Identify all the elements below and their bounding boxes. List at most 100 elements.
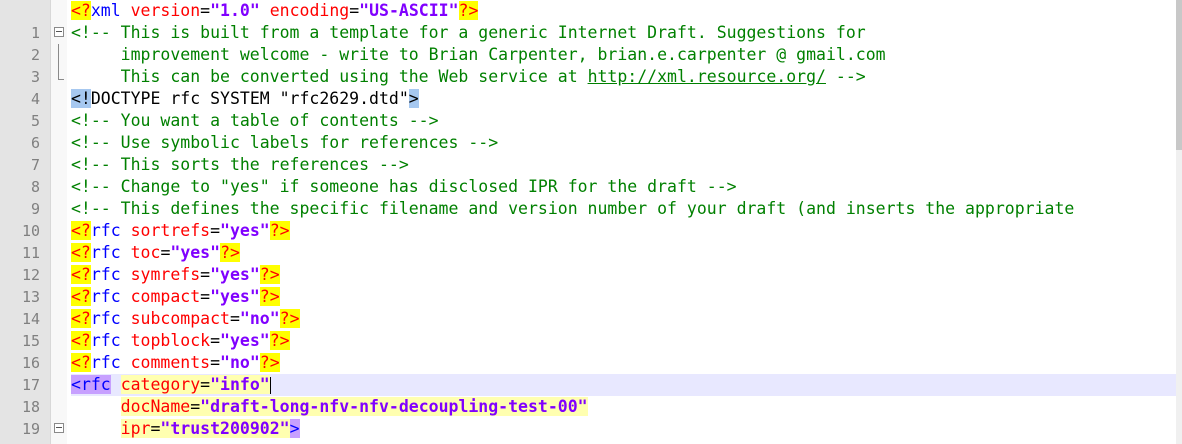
code-line-2: 2 <!-- This is built from a template for… (0, 22, 1176, 64)
attr-value: yes (220, 265, 250, 284)
pi-close: ?> (220, 243, 240, 262)
pi-tag: rfc (90, 353, 121, 372)
attr-value: 1.0 (220, 1, 250, 20)
line-content[interactable]: <?rfc compact="yes"?> (71, 286, 1176, 308)
line-content[interactable]: <?rfc symrefs="yes"?> (71, 264, 1176, 286)
doctype-open: <! (71, 89, 91, 108)
code-line-10: 10 <!-- This defines the specific filena… (0, 198, 1176, 240)
line-content[interactable]: <?rfc sortrefs="yes"?> (71, 220, 1176, 242)
attr-value: US-ASCII (369, 1, 449, 20)
line-content[interactable]: This can be converted using the Web serv… (71, 66, 1176, 88)
code-editor[interactable]: 1 <?xml version="1.0" encoding="US-ASCII… (0, 0, 1182, 444)
comment-text: <!-- This defines the specific filename … (71, 199, 1075, 218)
attr-value: draft-long-nfv-nfv-decoupling-test-00 (210, 397, 578, 416)
doctype-body: DOCTYPE rfc SYSTEM "rfc2629.dtd" (90, 89, 409, 108)
code-line-8: 8 <!-- This sorts the references --> (0, 154, 1176, 196)
tag-close-bracket: > (289, 419, 300, 438)
line-content[interactable]: <?xml version="1.0" encoding="US-ASCII"?… (71, 0, 1176, 22)
xml-tag: xml (90, 1, 121, 20)
code-line-18: 18 <rfc category="info" (0, 374, 1176, 416)
attr-name: toc (130, 243, 161, 262)
line-content[interactable]: <?rfc comments="no"?> (71, 352, 1176, 374)
tag-open-bracket: < (71, 375, 81, 394)
code-line-13: 13 <?rfc symrefs="yes"?> (0, 264, 1176, 306)
line-content[interactable]: <!DOCTYPE rfc SYSTEM "rfc2629.dtd"> (71, 88, 1176, 110)
comment-text: <!-- This is built from a template for a… (71, 23, 866, 42)
pi-tag: rfc (90, 287, 121, 306)
attr-value: no (249, 309, 270, 328)
pi-close: ?> (259, 353, 280, 372)
url-link[interactable]: http://xml.resource.org/ (588, 67, 826, 86)
code-lines: 1 <?xml version="1.0" encoding="US-ASCII… (0, 0, 1176, 444)
pi-open: <? (71, 265, 91, 284)
code-line-7: 7 <!-- Use symbolic labels for reference… (0, 132, 1176, 174)
pi-open: <? (71, 1, 91, 20)
attr-name: ipr (120, 419, 151, 438)
attr-value: yes (180, 243, 211, 262)
doctype-close: > (408, 89, 419, 108)
line-content[interactable]: <!-- This is built from a template for a… (71, 22, 1176, 44)
vertical-scrollbar[interactable] (1176, 0, 1182, 444)
pi-tag: rfc (90, 265, 121, 284)
comment-text: <!-- This sorts the references --> (71, 155, 409, 174)
attr-value: info (220, 375, 260, 394)
pi-open: <? (71, 353, 91, 372)
line-content[interactable]: <!-- You want a table of contents --> (71, 110, 1176, 132)
line-content[interactable]: <!-- Use symbolic labels for references … (71, 132, 1176, 154)
code-line-11: 11 <?rfc sortrefs="yes"?> (0, 220, 1176, 262)
code-line-15: 15 <?rfc subcompact="no"?> (0, 308, 1176, 350)
comment-text: <!-- You want a table of contents --> (71, 111, 439, 130)
line-content[interactable]: <!-- This sorts the references --> (71, 154, 1176, 176)
comment-end: --> (825, 67, 866, 86)
code-line-1: 1 <?xml version="1.0" encoding="US-ASCII… (0, 0, 1176, 42)
pi-open: <? (71, 243, 91, 262)
pi-open: <? (71, 331, 91, 350)
fold-line-icon (53, 44, 66, 66)
pi-open: <? (71, 221, 91, 240)
code-line-6: 6 <!-- You want a table of contents --> (0, 110, 1176, 152)
code-line-19: 19 docName="draft-long-nfv-nfv-decouplin… (0, 396, 1176, 438)
line-content[interactable]: <?rfc topblock="yes"?> (71, 330, 1176, 352)
line-content[interactable]: <?rfc subcompact="no"?> (71, 308, 1176, 330)
attr-name: compact (130, 287, 201, 306)
line-content[interactable]: docName="draft-long-nfv-nfv-decoupling-t… (71, 396, 1176, 418)
pi-close: ?> (269, 221, 290, 240)
attr-name: topblock (130, 331, 211, 350)
attr-value: no (229, 353, 250, 372)
pi-tag: rfc (90, 243, 121, 262)
line-content[interactable]: <?rfc toc="yes"?> (71, 242, 1176, 264)
comment-text: <!-- Change to "yes" if someone has disc… (71, 177, 737, 196)
fold-toggle-icon[interactable] (53, 418, 66, 440)
code-line-5: 5 <!DOCTYPE rfc SYSTEM "rfc2629.dtd"> (0, 88, 1176, 130)
scrollbar-thumb[interactable] (1176, 0, 1182, 150)
code-line-16: 16 <?rfc topblock="yes"?> (0, 330, 1176, 372)
pi-close: ?> (259, 265, 280, 284)
code-line-14: 14 <?rfc compact="yes"?> (0, 286, 1176, 328)
line-content[interactable]: <rfc category="info" (71, 374, 1176, 396)
comment-text: This can be converted using the Web serv… (71, 67, 588, 86)
pi-tag: rfc (90, 331, 121, 350)
rfc-tag: rfc (80, 375, 111, 394)
attr-name: category (120, 375, 201, 394)
code-line-17: 17 <?rfc comments="no"?> (0, 352, 1176, 394)
attr-value: yes (220, 287, 250, 306)
pi-close: ?> (269, 331, 290, 350)
attr-value: yes (229, 331, 260, 350)
fold-toggle-icon[interactable] (53, 22, 66, 44)
attr-name: version (130, 1, 201, 20)
line-content[interactable]: improvement welcome - write to Brian Car… (71, 44, 1176, 66)
pi-tag: rfc (90, 309, 121, 328)
line-content[interactable]: <!-- Change to "yes" if someone has disc… (71, 176, 1176, 198)
text-cursor (269, 377, 271, 394)
attr-name: subcompact (130, 309, 230, 328)
fold-end-icon (53, 66, 66, 88)
code-line-4: 4 This can be converted using the Web se… (0, 66, 1176, 108)
code-line-9: 9 <!-- Change to "yes" if someone has di… (0, 176, 1176, 218)
pi-close: ?> (259, 287, 280, 306)
attr-name: sortrefs (130, 221, 211, 240)
line-content[interactable]: ipr="trust200902"> (71, 418, 1176, 440)
line-number: 20 (0, 440, 40, 444)
attr-name: encoding (269, 1, 350, 20)
line-content[interactable]: <!-- This defines the specific filename … (71, 198, 1176, 220)
code-line-3: 3 improvement welcome - write to Brian C… (0, 44, 1176, 86)
